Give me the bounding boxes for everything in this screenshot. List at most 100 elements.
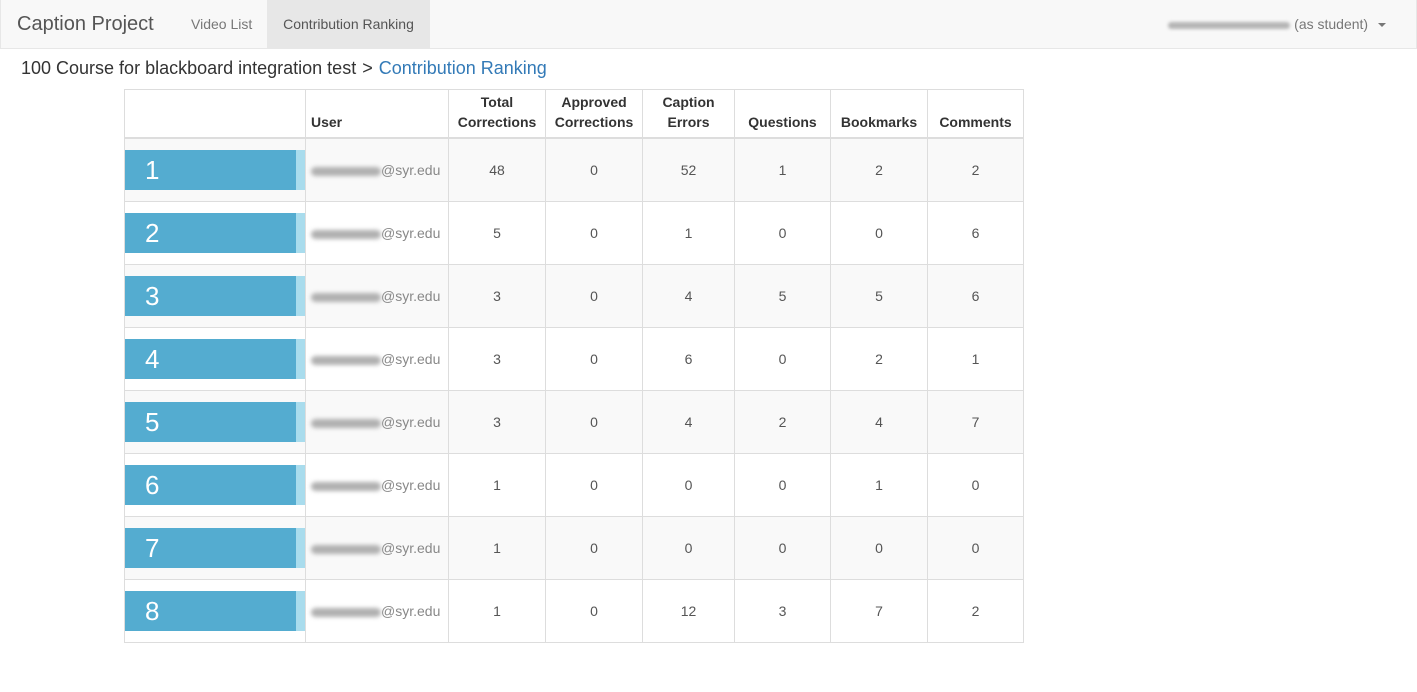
nav-contribution-ranking[interactable]: Contribution Ranking (267, 0, 430, 48)
table-header-row: User Total Corrections Approved Correcti… (124, 89, 1024, 139)
redacted-username (311, 292, 381, 302)
questions-cell: 0 (734, 326, 831, 391)
redacted-username (311, 544, 381, 554)
user-menu-dropdown[interactable]: (as student) (1168, 0, 1386, 48)
comments-cell: 2 (927, 137, 1024, 202)
approved-corrections-cell: 0 (545, 389, 643, 454)
caption-errors-cell: 4 (642, 263, 735, 328)
user-email: @syr.edu (311, 603, 440, 619)
breadcrumb-current[interactable]: Contribution Ranking (379, 58, 547, 78)
caption-errors-cell: 52 (642, 137, 735, 202)
questions-cell: 0 (734, 200, 831, 265)
total-corrections-cell: 1 (448, 452, 546, 517)
user-email: @syr.edu (311, 351, 440, 367)
rank-bar-tail (296, 275, 305, 316)
rank-bar-tail (296, 401, 305, 442)
caption-errors-cell: 12 (642, 578, 735, 643)
table-body: 1 @syr.edu 48 0 52 1 2 2 2 @syr.edu 5 0 … (124, 137, 1024, 643)
questions-cell: 3 (734, 578, 831, 643)
bookmarks-cell: 5 (830, 263, 928, 328)
user-email: @syr.edu (311, 288, 440, 304)
caret-down-icon (1378, 23, 1386, 28)
caption-errors-cell: 1 (642, 200, 735, 265)
table-row: 6 @syr.edu 1 0 0 0 1 0 (124, 452, 1024, 517)
contribution-ranking-table: User Total Corrections Approved Correcti… (124, 89, 1024, 643)
approved-corrections-cell: 0 (545, 263, 643, 328)
table-row: 5 @syr.edu 3 0 4 2 4 7 (124, 389, 1024, 454)
rank-bar: 4 (125, 338, 296, 379)
rank-bar: 6 (125, 464, 296, 505)
user-cell: @syr.edu (305, 515, 449, 580)
rank-bar-tail (296, 338, 305, 379)
questions-cell: 1 (734, 137, 831, 202)
redacted-user-email (1168, 21, 1291, 29)
rank-bar: 7 (125, 527, 296, 568)
bookmarks-cell: 7 (830, 578, 928, 643)
approved-corrections-cell: 0 (545, 452, 643, 517)
user-email: @syr.edu (311, 225, 440, 241)
questions-cell: 2 (734, 389, 831, 454)
breadcrumb-separator: > (362, 58, 373, 78)
redacted-username (311, 229, 381, 239)
table-row: 2 @syr.edu 5 0 1 0 0 6 (124, 200, 1024, 265)
bookmarks-cell: 4 (830, 389, 928, 454)
header-bookmarks: Bookmarks (830, 89, 928, 139)
comments-cell: 0 (927, 452, 1024, 517)
rank-bar: 8 (125, 590, 296, 631)
bookmarks-cell: 0 (830, 200, 928, 265)
comments-cell: 1 (927, 326, 1024, 391)
approved-corrections-cell: 0 (545, 137, 643, 202)
user-cell: @syr.edu (305, 578, 449, 643)
redacted-username (311, 355, 381, 365)
rank-bar: 1 (125, 149, 296, 190)
comments-cell: 6 (927, 200, 1024, 265)
total-corrections-cell: 48 (448, 137, 546, 202)
rank-cell: 2 (124, 200, 306, 265)
total-corrections-cell: 3 (448, 263, 546, 328)
table-row: 4 @syr.edu 3 0 6 0 2 1 (124, 326, 1024, 391)
comments-cell: 6 (927, 263, 1024, 328)
nav-video-list[interactable]: Video List (191, 0, 252, 48)
bookmarks-cell: 0 (830, 515, 928, 580)
questions-cell: 0 (734, 452, 831, 517)
user-cell: @syr.edu (305, 263, 449, 328)
table-row: 7 @syr.edu 1 0 0 0 0 0 (124, 515, 1024, 580)
header-user: User (305, 89, 449, 139)
rank-cell: 5 (124, 389, 306, 454)
approved-corrections-cell: 0 (545, 515, 643, 580)
rank-bar-tail (296, 527, 305, 568)
questions-cell: 5 (734, 263, 831, 328)
caption-errors-cell: 4 (642, 389, 735, 454)
rank-bar-tail (296, 149, 305, 190)
redacted-username (311, 481, 381, 491)
user-cell: @syr.edu (305, 452, 449, 517)
total-corrections-cell: 3 (448, 326, 546, 391)
breadcrumb-course[interactable]: 100 Course for blackboard integration te… (21, 58, 356, 78)
header-total-corrections: Total Corrections (448, 89, 546, 139)
redacted-username (311, 418, 381, 428)
questions-cell: 0 (734, 515, 831, 580)
brand-title[interactable]: Caption Project (17, 0, 154, 48)
total-corrections-cell: 5 (448, 200, 546, 265)
bookmarks-cell: 2 (830, 137, 928, 202)
rank-cell: 1 (124, 137, 306, 202)
user-cell: @syr.edu (305, 137, 449, 202)
user-cell: @syr.edu (305, 200, 449, 265)
bookmarks-cell: 2 (830, 326, 928, 391)
total-corrections-cell: 1 (448, 578, 546, 643)
total-corrections-cell: 1 (448, 515, 546, 580)
rank-bar-tail (296, 212, 305, 253)
header-questions: Questions (734, 89, 831, 139)
comments-cell: 0 (927, 515, 1024, 580)
user-cell: @syr.edu (305, 326, 449, 391)
redacted-username (311, 607, 381, 617)
caption-errors-cell: 0 (642, 515, 735, 580)
header-comments: Comments (927, 89, 1024, 139)
rank-bar: 5 (125, 401, 296, 442)
rank-cell: 7 (124, 515, 306, 580)
rank-cell: 8 (124, 578, 306, 643)
rank-cell: 3 (124, 263, 306, 328)
comments-cell: 7 (927, 389, 1024, 454)
rank-cell: 4 (124, 326, 306, 391)
caption-errors-cell: 0 (642, 452, 735, 517)
